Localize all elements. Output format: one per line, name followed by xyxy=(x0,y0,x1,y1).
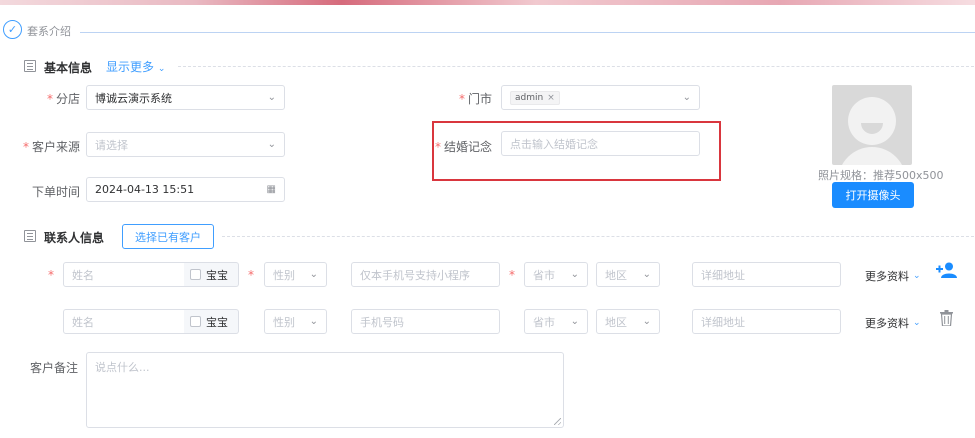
province-select[interactable]: 省市 ⌄ xyxy=(524,262,588,287)
gender-select[interactable]: 性别 ⌄ xyxy=(264,309,327,334)
contact-info-title: 联系人信息 xyxy=(44,231,105,245)
contact-card-icon xyxy=(24,230,36,242)
required-mark: * xyxy=(509,268,515,282)
calendar-icon: ▦ xyxy=(266,184,276,195)
address-input[interactable]: 详细地址 xyxy=(692,262,841,287)
check-icon: ✓ xyxy=(3,20,22,39)
chevron-down-icon: ⌄ xyxy=(642,269,651,280)
contact-name-input[interactable]: 姓名 xyxy=(63,309,185,334)
show-more-link[interactable]: 显示更多 ⌄ xyxy=(106,58,165,75)
chevron-down-icon: ⌄ xyxy=(570,269,579,280)
address-input[interactable]: 详细地址 xyxy=(692,309,841,334)
photo-spec-text: 照片规格：推荐500x500 xyxy=(818,169,944,182)
region-select[interactable]: 地区 ⌄ xyxy=(596,262,660,287)
order-time-picker[interactable]: 2024-04-13 15:51 ▦ xyxy=(86,177,285,202)
chevron-down-icon: ⌄ xyxy=(309,316,318,327)
phone-input[interactable]: 手机号码 xyxy=(351,309,500,334)
checkbox-box xyxy=(190,269,201,280)
chevron-down-icon: ⌄ xyxy=(570,316,579,327)
source-label: * 客户来源 xyxy=(22,140,80,154)
order-time-value: 2024-04-13 15:51 xyxy=(95,183,195,196)
top-banner xyxy=(0,0,975,5)
contact-divider xyxy=(222,236,974,237)
chevron-down-icon: ⌄ xyxy=(682,92,691,103)
branch-label: * 分店 xyxy=(46,92,80,106)
select-existing-customer-button[interactable]: 选择已有客户 xyxy=(122,224,214,249)
tag-close-icon[interactable]: × xyxy=(547,93,555,103)
store-label: * 门市 xyxy=(458,92,492,106)
source-select[interactable]: 请选择 ⌄ xyxy=(86,132,285,157)
basic-info-title: 基本信息 xyxy=(44,61,93,75)
document-icon xyxy=(24,60,36,72)
region-select[interactable]: 地区 ⌄ xyxy=(596,309,660,334)
chevron-down-icon: ⌄ xyxy=(642,316,651,327)
province-select[interactable]: 省市 ⌄ xyxy=(524,309,588,334)
trash-icon[interactable] xyxy=(940,310,953,326)
branch-select[interactable]: 博诚云演示系统 ⌄ xyxy=(86,85,285,110)
store-select[interactable]: admin × ⌄ xyxy=(501,85,700,110)
section-divider xyxy=(80,32,975,33)
highlight-box xyxy=(432,121,721,181)
order-time-label: 下单时间 xyxy=(31,185,80,199)
chevron-down-icon: ⌄ xyxy=(267,139,276,150)
avatar-placeholder xyxy=(832,85,912,165)
checkbox-box xyxy=(190,316,201,327)
phone-input[interactable]: 仅本手机号支持小程序 xyxy=(351,262,500,287)
branch-value: 博诚云演示系统 xyxy=(95,91,172,105)
contact-name-input[interactable]: 姓名 xyxy=(63,262,185,287)
remarks-label: 客户备注 xyxy=(29,361,78,375)
open-camera-button[interactable]: 打开摄像头 xyxy=(832,182,914,208)
chevron-down-icon: ⌄ xyxy=(913,271,921,281)
gender-select[interactable]: 性别 ⌄ xyxy=(264,262,327,287)
section-title: 套系介绍 xyxy=(27,25,71,38)
chevron-down-icon: ⌄ xyxy=(913,318,921,328)
chevron-down-icon: ⌄ xyxy=(267,92,276,103)
remarks-placeholder: 说点什么... xyxy=(95,361,150,374)
chevron-down-icon: ⌄ xyxy=(309,269,318,280)
resize-handle-icon[interactable] xyxy=(554,418,561,425)
baby-checkbox[interactable]: 宝宝 xyxy=(184,262,239,287)
required-mark: * xyxy=(248,268,254,282)
chevron-down-icon: ⌄ xyxy=(157,64,166,74)
more-info-dropdown[interactable]: 更多资料 ⌄ xyxy=(865,315,921,331)
remarks-textarea[interactable]: 说点什么... xyxy=(86,352,564,428)
required-mark: * xyxy=(48,268,54,282)
show-more-label: 显示更多 xyxy=(106,60,155,74)
basic-divider xyxy=(178,66,974,67)
source-placeholder: 请选择 xyxy=(95,138,128,152)
more-info-dropdown[interactable]: 更多资料 ⌄ xyxy=(865,268,921,284)
baby-checkbox[interactable]: 宝宝 xyxy=(184,309,239,334)
add-user-icon[interactable] xyxy=(936,262,958,278)
store-tag: admin × xyxy=(510,90,560,105)
